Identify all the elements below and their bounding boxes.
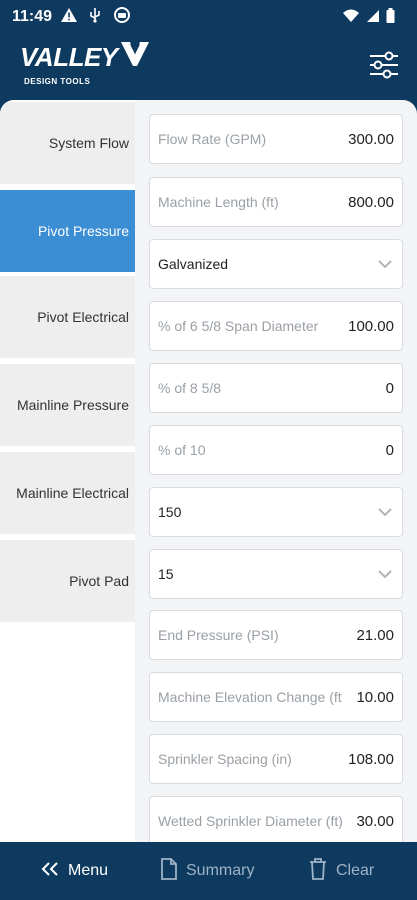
wetted-diameter-placeholder: Wetted Sprinkler Diameter (ft) <box>158 813 343 829</box>
sidebar-item-pivot-electrical[interactable]: Pivot Electrical <box>0 276 135 360</box>
span-diameter-10-value: 0 <box>385 441 394 459</box>
span-diameter-6-5-8-value: 100.00 <box>348 317 394 335</box>
sidebar-item-label: Pivot Pad <box>69 573 129 589</box>
status-bar: 11:49 <box>0 0 417 34</box>
pipe-material-value: Galvanized <box>158 256 229 272</box>
elevation-change-placeholder: Machine Elevation Change (ft <box>158 689 342 705</box>
chevron-down-icon <box>376 255 394 273</box>
clear-button[interactable]: Clear <box>308 842 374 900</box>
logo-text: VALLEY <box>20 42 118 72</box>
pipe-material-select[interactable]: Galvanized <box>149 239 403 289</box>
status-time: 11:49 <box>12 8 53 25</box>
filter-sliders-icon[interactable] <box>367 48 401 82</box>
wifi-icon <box>342 9 360 28</box>
logo-subtitle: DESIGN TOOLS <box>24 77 91 86</box>
flow-rate-value: 300.00 <box>348 130 394 148</box>
flow-rate-field[interactable]: Flow Rate (GPM) 300.00 <box>149 114 403 164</box>
select-150[interactable]: 150 <box>149 487 403 537</box>
clear-label: Clear <box>336 862 375 879</box>
machine-length-value: 800.00 <box>348 193 394 211</box>
select-15[interactable]: 15 <box>149 549 403 599</box>
sidebar-item-label: Pivot Pressure <box>37 223 129 239</box>
menu-label: Menu <box>68 862 109 879</box>
summary-button[interactable]: Summary <box>160 842 254 900</box>
sprinkler-spacing-field[interactable]: Sprinkler Spacing (in) 108.00 <box>149 734 403 784</box>
end-pressure-value: 21.00 <box>356 626 394 644</box>
trash-icon <box>308 857 328 885</box>
chevron-down-icon <box>376 565 394 583</box>
summary-label: Summary <box>186 862 255 879</box>
select-150-value: 150 <box>158 504 182 520</box>
sidebar-item-mainline-pressure[interactable]: Mainline Pressure <box>0 364 135 448</box>
select-15-value: 15 <box>158 566 174 582</box>
span-diameter-6-5-8-field[interactable]: % of 6 5/8 Span Diameter 100.00 <box>149 301 403 351</box>
span-diameter-8-5-8-field[interactable]: % of 8 5/8 0 <box>149 363 403 413</box>
battery-icon <box>386 8 395 28</box>
sidebar-item-mainline-electrical[interactable]: Mainline Electrical <box>0 452 135 536</box>
end-pressure-placeholder: End Pressure (PSI) <box>158 627 279 643</box>
span-diameter-10-placeholder: % of 10 <box>158 442 206 458</box>
form-panel: Flow Rate (GPM) 300.00 Machine Length (f… <box>135 100 417 842</box>
sprinkler-spacing-value: 108.00 <box>348 750 394 768</box>
sidebar-item-pivot-pressure[interactable]: Pivot Pressure <box>0 190 135 274</box>
double-chevron-left-icon <box>40 861 60 882</box>
sidebar-item-label: System Flow <box>48 135 129 151</box>
brand-logo: VALLEY DESIGN TOOLS <box>20 40 150 86</box>
sprinkler-spacing-placeholder: Sprinkler Spacing (in) <box>158 751 292 767</box>
span-diameter-8-5-8-value: 0 <box>385 379 394 397</box>
document-icon <box>160 857 178 885</box>
valley-v-icon <box>120 40 150 75</box>
wetted-diameter-field[interactable]: Wetted Sprinkler Diameter (ft) 30.00 <box>149 796 403 842</box>
elevation-change-value: 10.00 <box>356 688 394 706</box>
bottom-nav: Menu Summary Clear <box>0 842 417 900</box>
main-card: System Flow Pivot Pressure Pivot Electri… <box>0 100 417 842</box>
alert-icon <box>60 7 78 27</box>
machine-length-placeholder: Machine Length (ft) <box>158 194 279 210</box>
sidebar-item-label: Mainline Pressure <box>16 397 129 413</box>
end-pressure-field[interactable]: End Pressure (PSI) 21.00 <box>149 610 403 660</box>
span-diameter-10-field[interactable]: % of 10 0 <box>149 425 403 475</box>
sidebar-item-system-flow[interactable]: System Flow <box>0 102 135 186</box>
sidebar: System Flow Pivot Pressure Pivot Electri… <box>0 100 135 842</box>
signal-icon <box>366 9 380 28</box>
menu-button[interactable]: Menu <box>40 842 108 900</box>
elevation-change-field[interactable]: Machine Elevation Change (ft 10.00 <box>149 672 403 722</box>
machine-length-field[interactable]: Machine Length (ft) 800.00 <box>149 177 403 227</box>
span-diameter-6-5-8-placeholder: % of 6 5/8 Span Diameter <box>158 318 319 334</box>
sidebar-item-pivot-pad[interactable]: Pivot Pad <box>0 540 135 624</box>
chevron-down-icon <box>376 503 394 521</box>
app-icon <box>114 7 130 27</box>
sidebar-item-label: Mainline Electrical <box>16 485 129 501</box>
flow-rate-placeholder: Flow Rate (GPM) <box>158 131 267 147</box>
sidebar-item-label: Pivot Electrical <box>37 309 129 325</box>
usb-icon <box>88 7 102 27</box>
span-diameter-8-5-8-placeholder: % of 8 5/8 <box>158 380 222 396</box>
wetted-diameter-value: 30.00 <box>356 812 394 830</box>
